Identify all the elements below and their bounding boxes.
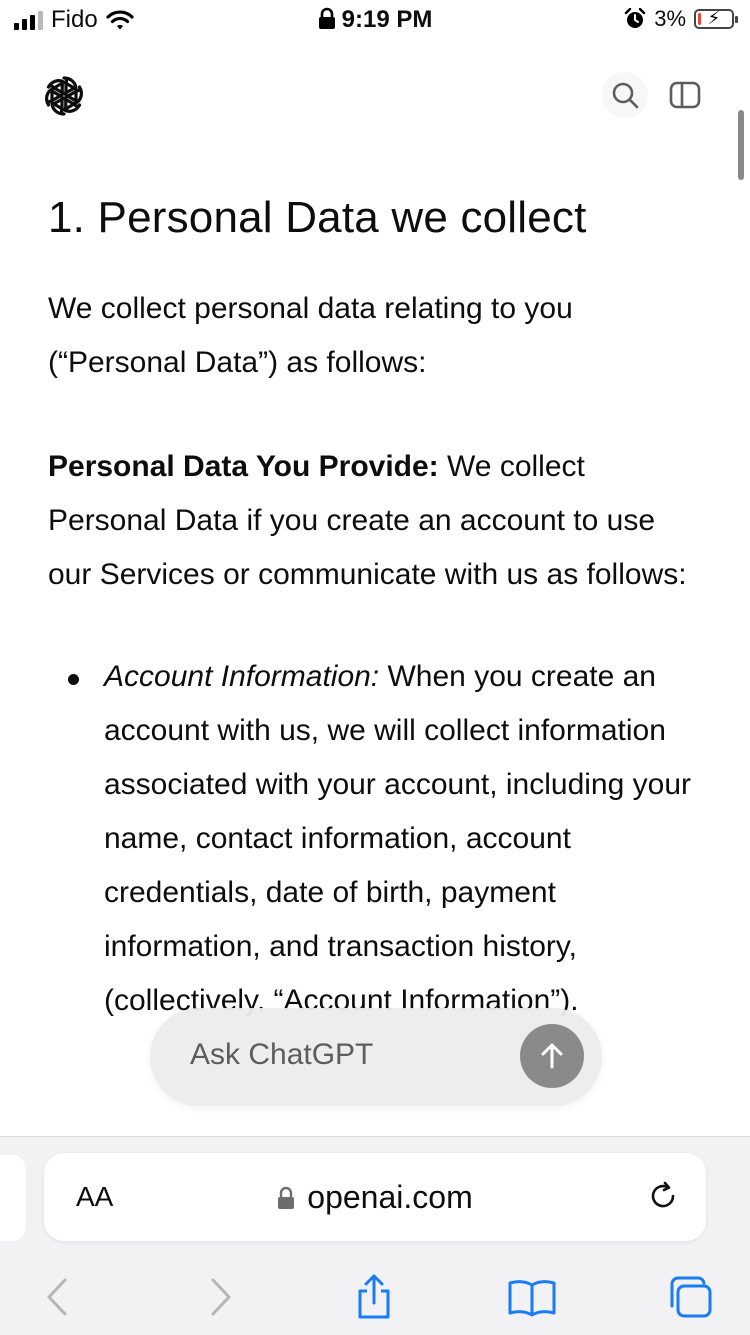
status-bar: Fido 9:19 PM 3% ⚡ [0, 0, 750, 40]
intro-paragraph: We collect personal data relating to you… [48, 292, 573, 379]
lock-icon [318, 7, 335, 29]
search-button[interactable] [602, 72, 648, 118]
arrow-up-icon [541, 1043, 563, 1069]
privacy-article: 1. Personal Data we collect We collect p… [48, 188, 698, 1028]
url-display[interactable]: openai.com [44, 1179, 706, 1216]
list-item: Account Information: When you create an … [48, 650, 698, 1028]
provide-paragraph: Personal Data You Provide: We collect Pe… [48, 440, 698, 602]
previous-tab-preview[interactable] [0, 1155, 26, 1241]
tabs-icon [670, 1276, 712, 1318]
send-button[interactable] [520, 1024, 584, 1088]
lock-icon [278, 1186, 295, 1209]
provide-label: Personal Data You Provide: [48, 450, 439, 483]
status-right: 3% ⚡ [624, 6, 738, 32]
page-scrollbar[interactable] [738, 110, 744, 180]
charging-bolt-icon: ⚡ [707, 8, 721, 28]
bookmarks-button[interactable] [504, 1269, 560, 1325]
sidebar-icon [669, 81, 701, 109]
share-icon [358, 1274, 390, 1319]
reload-icon[interactable] [646, 1179, 680, 1213]
ask-chatgpt-bubble[interactable]: Ask ChatGPT [150, 1008, 602, 1106]
browser-toolbar: AA openai.com [0, 1136, 750, 1335]
bullet-icon [68, 674, 79, 685]
battery-icon: ⚡ [694, 8, 738, 29]
search-icon [612, 82, 639, 109]
time-text: 9:19 PM [341, 6, 433, 33]
url-text: openai.com [307, 1179, 473, 1215]
section-heading: 1. Personal Data we collect [48, 193, 587, 242]
list-item-text: When you create an account with us, we w… [104, 660, 691, 1017]
back-button[interactable] [30, 1269, 86, 1325]
forward-button[interactable] [192, 1269, 248, 1325]
openai-logo[interactable] [38, 70, 90, 122]
data-list: Account Information: When you create an … [48, 650, 698, 1028]
share-button[interactable] [346, 1269, 402, 1325]
sidebar-toggle-button[interactable] [662, 72, 708, 118]
tabs-button[interactable] [662, 1269, 718, 1325]
battery-percent: 3% [654, 6, 686, 31]
back-icon [47, 1278, 67, 1316]
bookmarks-icon [508, 1280, 556, 1317]
alarm-icon [625, 8, 646, 28]
list-item-label: Account Information: [104, 660, 380, 693]
forward-icon [211, 1278, 231, 1316]
address-bar[interactable]: AA openai.com [44, 1153, 706, 1241]
ask-chatgpt-placeholder[interactable]: Ask ChatGPT [190, 1038, 373, 1072]
